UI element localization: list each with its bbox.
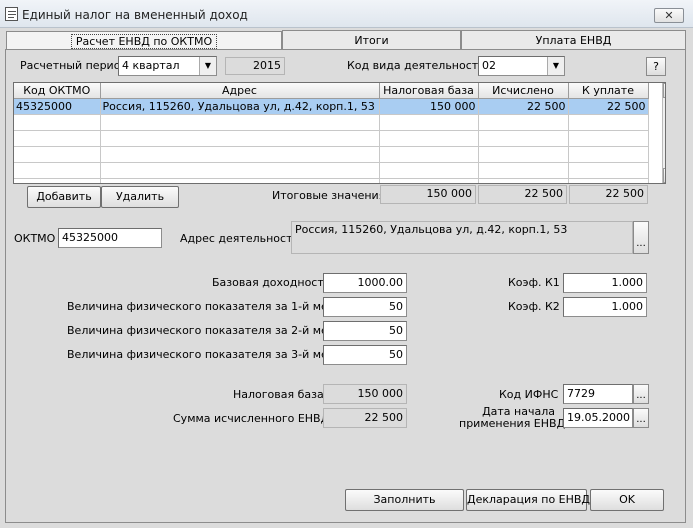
period-label: Расчетный период (20, 59, 129, 72)
start-date-label-line2: применения ЕНВД (459, 417, 566, 430)
cell-address[interactable]: Россия, 115260, Удальцова ул, д.42, корп… (100, 98, 380, 115)
k2-input[interactable]: 1.000 (563, 297, 647, 317)
declaration-button[interactable]: Декларация по ЕНВД (466, 489, 590, 511)
base-yield-input[interactable]: 1000.00 (323, 273, 407, 293)
start-date-label: Дата начала применения ЕНВД (459, 406, 566, 430)
cell-payable[interactable]: 22 500 (568, 98, 649, 115)
address-ellipsis-button[interactable]: ... (633, 221, 649, 254)
quarter-select[interactable]: 4 квартал ▼ (118, 56, 217, 76)
k1-input[interactable]: 1.000 (563, 273, 647, 293)
oktmo-table: Код ОКТМО Адрес Налоговая база Исчислено… (13, 82, 666, 184)
scroll-down-icon[interactable]: ▼ (663, 168, 665, 183)
table-row-empty (14, 162, 649, 179)
column-header[interactable]: Исчислено (478, 83, 569, 99)
month1-label: Величина физического показателя за 1-й м… (67, 300, 348, 313)
scroll-up-icon[interactable]: ▲ (663, 83, 665, 98)
start-date-ellipsis-button[interactable]: ... (633, 408, 649, 428)
cell-oktmo[interactable]: 45325000 (14, 98, 101, 115)
ok-button[interactable]: OK (590, 489, 664, 511)
column-header[interactable]: К уплате (568, 83, 649, 99)
vertical-scrollbar[interactable]: ▲ ▼ (662, 83, 665, 183)
oktmo-label: ОКТМО (14, 232, 56, 245)
activity-code-value: 02 (482, 59, 496, 72)
table-row-empty (14, 178, 649, 183)
tax-base-label: Налоговая база (233, 388, 324, 401)
start-date-input[interactable]: 19.05.2000 (563, 408, 633, 428)
tab-totals[interactable]: Итоги (282, 30, 461, 50)
column-header[interactable]: Налоговая база (379, 83, 479, 99)
ifns-ellipsis-button[interactable]: ... (633, 384, 649, 404)
column-header[interactable]: Код ОКТМО (14, 83, 101, 99)
address-field: Россия, 115260, Удальцова ул, д.42, корп… (291, 221, 633, 254)
window-title: Единый налог на вмененный доход (22, 8, 248, 22)
month3-label: Величина физического показателя за 3-й м… (67, 348, 348, 361)
totals-label: Итоговые значения (272, 189, 386, 202)
tab-calc-by-oktmo[interactable]: Расчет ЕНВД по ОКТМО (6, 31, 282, 49)
table-row-empty (14, 146, 649, 163)
month2-label: Величина физического показателя за 2-й м… (67, 324, 348, 337)
quarter-value: 4 квартал (122, 59, 180, 72)
base-yield-label: Базовая доходность (212, 276, 331, 289)
ifns-input[interactable]: 7729 (563, 384, 633, 404)
column-header[interactable]: Адрес (100, 83, 380, 99)
k2-label: Коэф. К2 (508, 300, 560, 313)
chevron-down-icon[interactable]: ▼ (547, 57, 564, 75)
table-header: Код ОКТМО Адрес Налоговая база Исчислено… (14, 83, 649, 99)
total-payable: 22 500 (569, 185, 648, 204)
tax-base-field: 150 000 (323, 384, 407, 404)
activity-code-label: Код вида деятельности (347, 59, 486, 72)
k1-label: Коэф. К1 (508, 276, 560, 289)
cell-calculated[interactable]: 22 500 (478, 98, 569, 115)
close-button[interactable]: ✕ (654, 8, 684, 23)
delete-button[interactable]: Удалить (101, 186, 179, 208)
total-tax-base: 150 000 (380, 185, 476, 204)
add-button[interactable]: Добавить (27, 186, 101, 208)
title-bar: Единый налог на вмененный доход ✕ (0, 0, 693, 28)
activity-code-select[interactable]: 02 ▼ (478, 56, 565, 76)
fill-button[interactable]: Заполнить (345, 489, 464, 511)
tab-label: Расчет ЕНВД по ОКТМО (70, 34, 218, 49)
cell-tax-base[interactable]: 150 000 (379, 98, 479, 115)
month3-input[interactable]: 50 (323, 345, 407, 365)
table-row[interactable]: 45325000 Россия, 115260, Удальцова ул, д… (14, 98, 649, 115)
table-row-empty (14, 114, 649, 131)
tab-payment[interactable]: Уплата ЕНВД (461, 30, 686, 50)
month1-input[interactable]: 50 (323, 297, 407, 317)
month2-input[interactable]: 50 (323, 321, 407, 341)
year-field: 2015 (225, 57, 285, 75)
app-icon (5, 7, 18, 21)
envd-sum-label: Сумма исчисленного ЕНВД (173, 412, 330, 425)
table-row-empty (14, 130, 649, 147)
oktmo-input[interactable]: 45325000 (58, 228, 162, 248)
total-calculated: 22 500 (478, 185, 567, 204)
help-button[interactable]: ? (646, 57, 666, 76)
address-label: Адрес деятельности (180, 232, 300, 245)
chevron-down-icon[interactable]: ▼ (199, 57, 216, 75)
envd-sum-field: 22 500 (323, 408, 407, 428)
ifns-label: Код ИФНС (499, 388, 559, 401)
